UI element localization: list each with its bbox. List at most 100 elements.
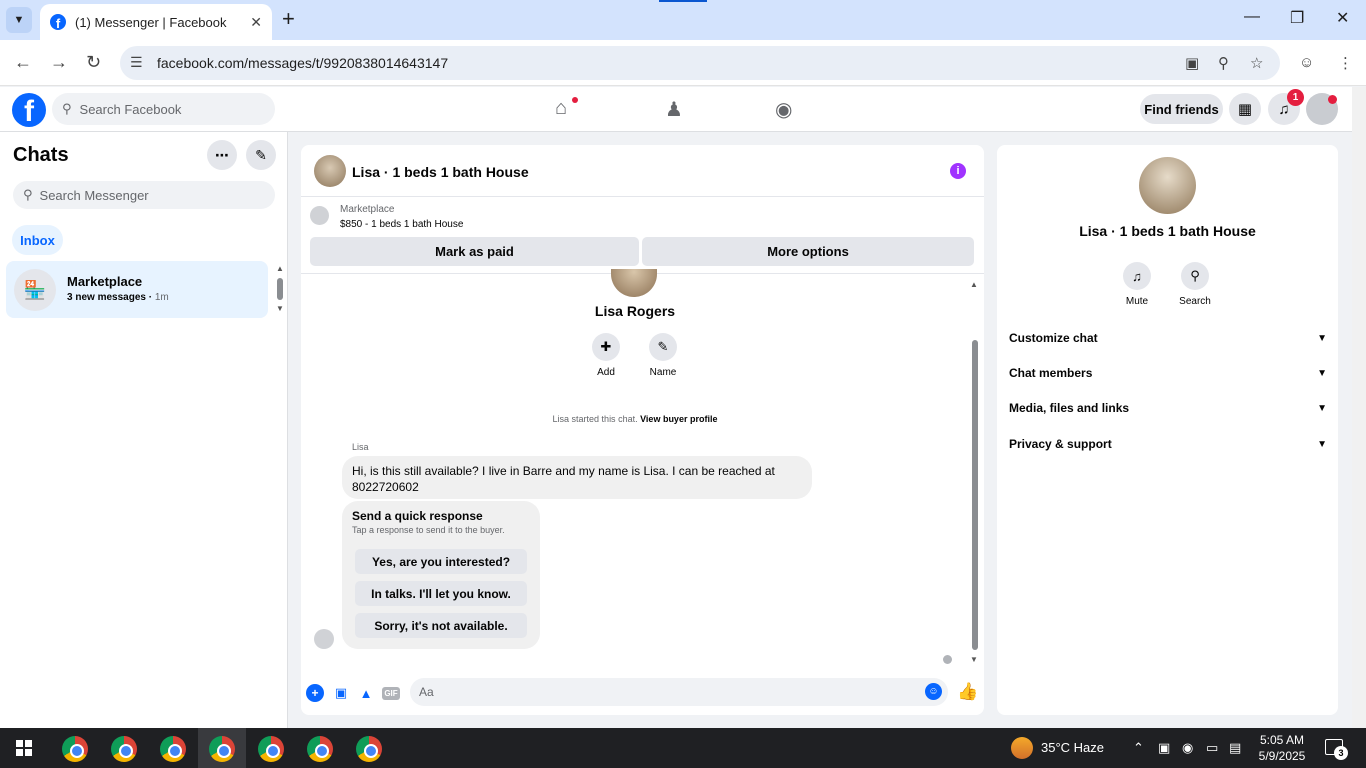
forward-icon[interactable]: → (50, 52, 68, 73)
clock-date: 5/9/2025 (1258, 749, 1306, 763)
add-action[interactable]: ✚ Add (586, 333, 626, 378)
facebook-header: f ⚲ Search Facebook ⌂ ♟ ◉ Find friends ▦… (0, 87, 1352, 132)
sidebar-scrollbar[interactable]: ▲ ▼ (276, 264, 284, 314)
url-text[interactable]: facebook.com/messages/t/9920838014643147 (157, 55, 448, 71)
bell-icon[interactable]: ♫ (1123, 262, 1151, 290)
info-icon[interactable]: i (950, 163, 966, 179)
weather-text[interactable]: 35°C Haze (1041, 740, 1104, 755)
pencil-icon[interactable]: ✎ (649, 333, 677, 361)
quick-response-option[interactable]: Yes, are you interested? (355, 549, 527, 574)
view-buyer-profile-link[interactable]: View buyer profile (640, 414, 717, 424)
quick-response-option[interactable]: In talks. I'll let you know. (355, 581, 527, 606)
message-input[interactable]: Aa (410, 678, 948, 706)
scroll-up-icon[interactable]: ▲ (276, 264, 284, 273)
scroll-thumb[interactable] (277, 278, 283, 300)
chrome-icon[interactable] (258, 736, 284, 762)
listing-title[interactable]: $850 - 1 beds 1 bath House (340, 219, 463, 230)
home-icon[interactable]: ⌂ (555, 97, 567, 120)
listing-thumbnail[interactable] (310, 206, 329, 225)
chevron-up-icon[interactable]: ⌃ (1133, 740, 1144, 756)
network-icon[interactable]: ▤ (1229, 740, 1241, 756)
browser-tab-bar: ▼ f (1) Messenger | Facebook ✕ + — ❐ ✕ (0, 0, 1366, 40)
like-thumb-icon[interactable]: 👍 (957, 682, 978, 702)
chat-info-avatar[interactable] (1139, 157, 1196, 214)
add-person-icon[interactable]: ✚ (592, 333, 620, 361)
chat-list-item[interactable]: 🏪 Marketplace 3 new messages · 1m (6, 261, 268, 318)
meet-icon[interactable]: ▣ (1158, 740, 1170, 756)
back-icon[interactable]: ← (14, 52, 32, 73)
chat-options-button[interactable]: ⋯ (207, 140, 237, 170)
scroll-thumb[interactable] (972, 340, 978, 650)
reload-icon[interactable]: ↻ (86, 52, 101, 73)
facebook-search-input[interactable]: ⚲ Search Facebook (52, 93, 275, 125)
quick-response-option[interactable]: Sorry, it's not available. (355, 613, 527, 638)
minimize-icon[interactable]: — (1244, 8, 1260, 26)
close-window-icon[interactable]: ✕ (1336, 8, 1349, 28)
messenger-search-input[interactable]: ⚲ Search Messenger (13, 181, 275, 209)
tab-title: (1) Messenger | Facebook (75, 14, 227, 30)
scroll-down-icon[interactable]: ▼ (970, 655, 978, 664)
facebook-favicon-icon: f (50, 14, 66, 30)
chrome-icon[interactable] (356, 736, 382, 762)
friends-icon[interactable]: ♟ (665, 97, 683, 122)
camera-icon[interactable]: ◉ (1182, 740, 1193, 756)
chrome-icon[interactable] (62, 736, 88, 762)
scroll-down-icon[interactable]: ▼ (276, 304, 284, 313)
site-info-icon[interactable]: ☰ (130, 54, 143, 71)
chat-name: Marketplace (67, 274, 143, 289)
chrome-icon[interactable] (111, 736, 137, 762)
windows-start-icon[interactable] (16, 740, 32, 756)
clock-time: 5:05 AM (1259, 733, 1305, 747)
chrome-icon[interactable] (307, 736, 333, 762)
media-files-links-section[interactable]: Media, files and links ▼ (1009, 398, 1327, 418)
close-tab-icon[interactable]: ✕ (250, 14, 262, 31)
windows-taskbar: 35°C Haze ⌃ ▣ ◉ ▭ ▤ 5:05 AM 5/9/2025 3 (0, 728, 1366, 768)
find-friends-button[interactable]: Find friends (1140, 94, 1223, 124)
chrome-icon[interactable] (209, 736, 235, 762)
browser-menu-icon[interactable]: ⋮ (1338, 54, 1353, 72)
emoji-icon[interactable]: ☺ (925, 683, 942, 700)
message-bubble[interactable]: Hi, is this still available? I live in B… (342, 456, 812, 499)
new-message-icon[interactable]: ✎ (246, 140, 276, 170)
search-label: Search (1179, 296, 1211, 307)
clock[interactable]: 5:05 AM 5/9/2025 (1247, 732, 1317, 764)
restore-icon[interactable]: ❐ (1290, 8, 1304, 28)
inbox-filter-tab[interactable]: Inbox (12, 225, 63, 255)
privacy-support-section[interactable]: Privacy & support ▼ (1009, 434, 1327, 454)
name-action[interactable]: ✎ Name (643, 333, 683, 378)
install-app-icon[interactable]: ▣ (1185, 54, 1199, 72)
conversation-avatar[interactable] (314, 155, 346, 187)
search-action[interactable]: ⚲ Search (1170, 262, 1220, 307)
photo-icon[interactable]: ▣ (332, 684, 350, 702)
battery-icon[interactable]: ▭ (1206, 740, 1218, 756)
mark-as-paid-button[interactable]: Mark as paid (310, 237, 639, 266)
facebook-logo-icon[interactable]: f (12, 93, 46, 127)
chat-members-section[interactable]: Chat members ▼ (1009, 363, 1327, 383)
page-scrollbar[interactable] (1352, 87, 1366, 728)
seen-receipt-avatar (943, 655, 952, 664)
more-actions-plus-icon[interactable]: + (306, 684, 324, 702)
chrome-icon[interactable] (160, 736, 186, 762)
quick-response-card: Send a quick response Tap a response to … (342, 501, 540, 649)
new-tab-icon[interactable]: + (282, 8, 295, 30)
search-icon[interactable]: ⚲ (1181, 262, 1209, 290)
menu-grid-icon[interactable]: ▦ (1229, 93, 1261, 125)
account-icon[interactable]: ☺ (1299, 54, 1314, 71)
bookmark-star-icon[interactable]: ☆ (1250, 54, 1263, 72)
sticker-icon[interactable]: ▲ (357, 684, 375, 702)
chevron-down-icon: ▼ (1317, 367, 1327, 379)
conversation-title[interactable]: Lisa · 1 beds 1 bath House (352, 164, 529, 180)
tab-search-button[interactable]: ▼ (6, 7, 32, 33)
scroll-up-icon[interactable]: ▲ (970, 280, 978, 289)
gif-icon[interactable]: GIF (382, 687, 400, 700)
conversation-scrollbar[interactable]: ▲ ▼ (969, 280, 981, 665)
browser-tab[interactable]: f (1) Messenger | Facebook ✕ (40, 4, 272, 40)
more-options-button[interactable]: More options (642, 237, 974, 266)
zoom-icon[interactable]: ⚲ (1218, 54, 1229, 72)
groups-icon[interactable]: ◉ (775, 97, 792, 122)
messenger-search-placeholder: Search Messenger (39, 187, 149, 203)
address-bar[interactable]: ☰ facebook.com/messages/t/99208380146431… (120, 46, 1280, 80)
weather-icon[interactable] (1011, 737, 1033, 759)
mute-action[interactable]: ♫ Mute (1112, 262, 1162, 307)
customize-chat-section[interactable]: Customize chat ▼ (1009, 328, 1327, 348)
